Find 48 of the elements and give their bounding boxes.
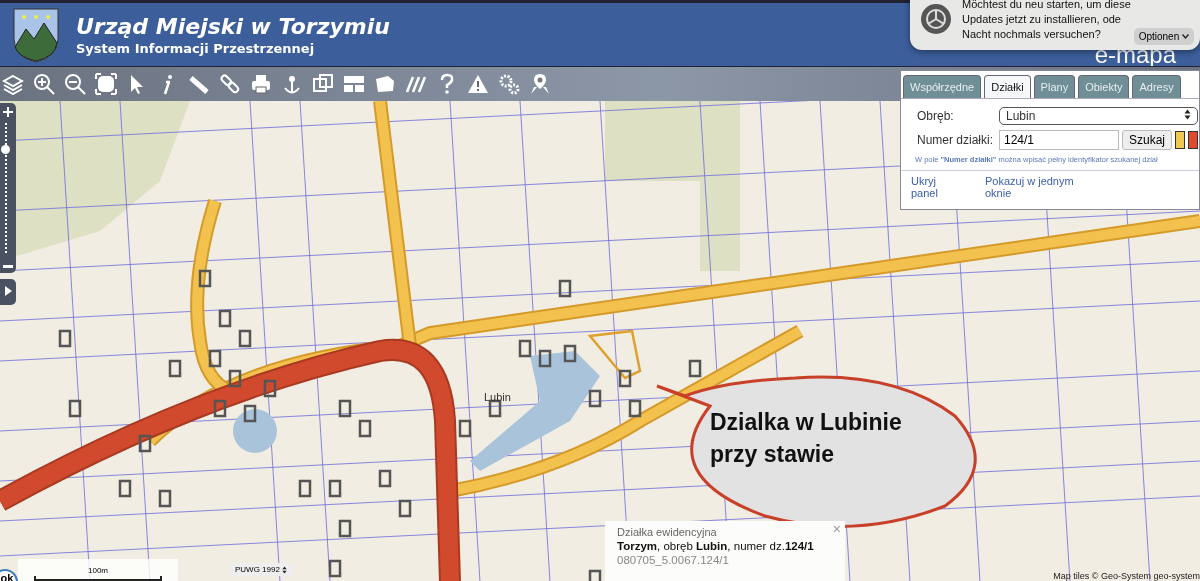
expand-button[interactable] (0, 279, 16, 305)
place-label: Lubin (484, 391, 511, 403)
windows-icon[interactable] (312, 73, 334, 95)
zoom-slider-thumb[interactable] (1, 145, 10, 154)
link-icon[interactable] (219, 73, 241, 95)
updown-arrows-icon (1184, 109, 1192, 120)
ruler-icon[interactable] (188, 73, 210, 95)
zoom-slider[interactable] (0, 103, 16, 273)
anchor-icon[interactable] (281, 73, 303, 95)
precinct-select[interactable]: Lubin (999, 107, 1199, 125)
parcel-identifier: 080705_5.0067.124/1 (617, 554, 730, 566)
zoom-in-icon[interactable] (33, 73, 55, 95)
projection-select[interactable]: PUWG 1992 (229, 563, 294, 576)
updown-arrows-icon (282, 565, 288, 574)
panel-link[interactable]: Pokazuj w jednym oknie (985, 175, 1095, 199)
plus-icon (3, 107, 13, 118)
site-subtitle: System Informacji Przestrzennej (76, 40, 316, 56)
color-swatch[interactable] (1188, 131, 1199, 149)
chevron-down-icon (1182, 34, 1189, 40)
print-icon[interactable] (250, 73, 272, 95)
scale-bar: 100m (18, 559, 178, 581)
layers-icon[interactable] (2, 73, 24, 95)
gears-icon[interactable] (498, 73, 520, 95)
notification-text: Updates jetzt zu installieren, ode (962, 11, 1122, 27)
triangle-right-icon (3, 284, 13, 297)
color-swatch[interactable] (1175, 131, 1186, 149)
zoom-out-icon[interactable] (64, 73, 86, 95)
layout-icon[interactable] (343, 73, 365, 95)
precinct-label: Obręb: (917, 109, 955, 123)
map-pin-icon[interactable] (529, 73, 551, 95)
panel-tab[interactable]: Działki (984, 75, 1031, 98)
search-button[interactable]: Szukaj (1122, 130, 1173, 150)
options-button[interactable]: Optionen (1133, 27, 1194, 45)
notification-text: Nacht nochmals versuchen? (962, 26, 1102, 42)
minus-icon (3, 264, 13, 268)
parcel-number-label: Numer działki: (917, 133, 995, 147)
callout-text: Dzialka w Lubinie przy stawie (710, 408, 903, 470)
shape-icon[interactable] (374, 73, 396, 95)
site-title: Urząd Miejski w Torzymiu (76, 13, 390, 39)
coat-of-arms-icon (12, 6, 60, 63)
map-attribution: Map tiles © Geo-System geo-system (1053, 571, 1200, 581)
full-extent-icon[interactable] (95, 73, 117, 95)
warning-icon[interactable] (467, 73, 489, 95)
panel-link[interactable]: Ukryj panel (911, 175, 961, 199)
notification-text: Möchtest du neu starten, um diese (962, 0, 1131, 12)
parcel-details: Torzym, obręb Lubin, numer dz.124/1 (617, 540, 815, 552)
parcel-number-field[interactable]: 124/1 (999, 130, 1119, 150)
popup-title: Działka ewidencyjna (617, 526, 718, 538)
